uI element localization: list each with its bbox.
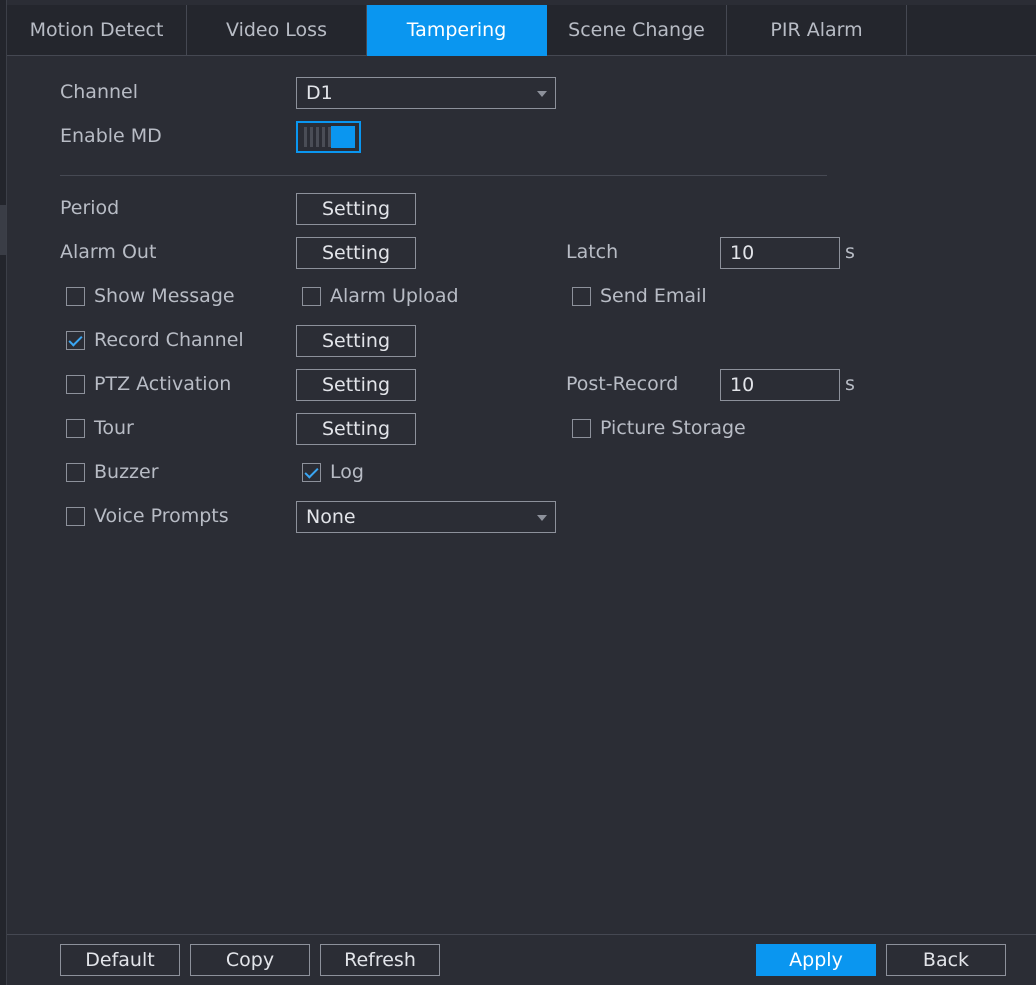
copy-button[interactable]: Copy (190, 944, 310, 976)
show-message-checkbox[interactable] (66, 287, 85, 306)
tour-checkbox[interactable] (66, 419, 85, 438)
tour-setting-button[interactable]: Setting (296, 413, 416, 445)
default-button[interactable]: Default (60, 944, 180, 976)
voice-prompts-value: None (306, 506, 356, 528)
refresh-button[interactable]: Refresh (320, 944, 440, 976)
section-divider (60, 175, 827, 176)
tab-scene-change[interactable]: Scene Change (547, 5, 727, 56)
alarm-out-setting-button[interactable]: Setting (296, 237, 416, 269)
left-panel-marker (0, 205, 6, 255)
latch-label: Latch (566, 241, 619, 263)
apply-button[interactable]: Apply (756, 944, 876, 976)
enable-md-toggle[interactable] (296, 121, 361, 153)
left-panel-edge (0, 0, 7, 985)
ptz-setting-button[interactable]: Setting (296, 369, 416, 401)
alarm-upload-checkbox[interactable] (302, 287, 321, 306)
voice-prompts-checkbox[interactable] (66, 507, 85, 526)
tour-label: Tour (94, 417, 134, 439)
record-channel-checkbox[interactable] (66, 331, 85, 350)
ptz-activation-checkbox[interactable] (66, 375, 85, 394)
enable-md-label: Enable MD (60, 125, 162, 147)
back-button[interactable]: Back (886, 944, 1006, 976)
ptz-activation-label: PTZ Activation (94, 373, 232, 395)
tab-pir-alarm[interactable]: PIR Alarm (727, 5, 907, 56)
send-email-checkbox[interactable] (572, 287, 591, 306)
send-email-label: Send Email (600, 285, 707, 307)
tab-bar: Motion Detect Video Loss Tampering Scene… (7, 5, 1036, 56)
tab-video-loss[interactable]: Video Loss (187, 5, 367, 56)
picture-storage-label: Picture Storage (600, 417, 746, 439)
record-channel-setting-button[interactable]: Setting (296, 325, 416, 357)
buzzer-checkbox[interactable] (66, 463, 85, 482)
channel-value: D1 (306, 82, 333, 104)
voice-prompts-select[interactable]: None (296, 501, 556, 533)
alarm-upload-label: Alarm Upload (330, 285, 459, 307)
show-message-label: Show Message (94, 285, 235, 307)
toggle-track (304, 127, 334, 147)
post-record-unit: s (845, 373, 855, 395)
channel-select[interactable]: D1 (296, 77, 556, 109)
latch-input[interactable]: 10 (720, 237, 840, 269)
chevron-down-icon (537, 515, 547, 521)
record-channel-label: Record Channel (94, 329, 244, 351)
post-record-label: Post-Record (566, 373, 679, 395)
tab-tampering[interactable]: Tampering (367, 5, 547, 56)
log-label: Log (330, 461, 364, 483)
log-checkbox[interactable] (302, 463, 321, 482)
buzzer-label: Buzzer (94, 461, 159, 483)
period-setting-button[interactable]: Setting (296, 193, 416, 225)
channel-label: Channel (60, 81, 139, 103)
toggle-knob (331, 126, 355, 148)
period-label: Period (60, 197, 120, 219)
tab-motion-detect[interactable]: Motion Detect (7, 5, 187, 56)
chevron-down-icon (537, 91, 547, 97)
picture-storage-checkbox[interactable] (572, 419, 591, 438)
footer-divider (7, 934, 1036, 935)
voice-prompts-label: Voice Prompts (94, 505, 229, 527)
latch-unit: s (845, 241, 855, 263)
alarm-out-label: Alarm Out (60, 241, 157, 263)
post-record-input[interactable]: 10 (720, 369, 840, 401)
